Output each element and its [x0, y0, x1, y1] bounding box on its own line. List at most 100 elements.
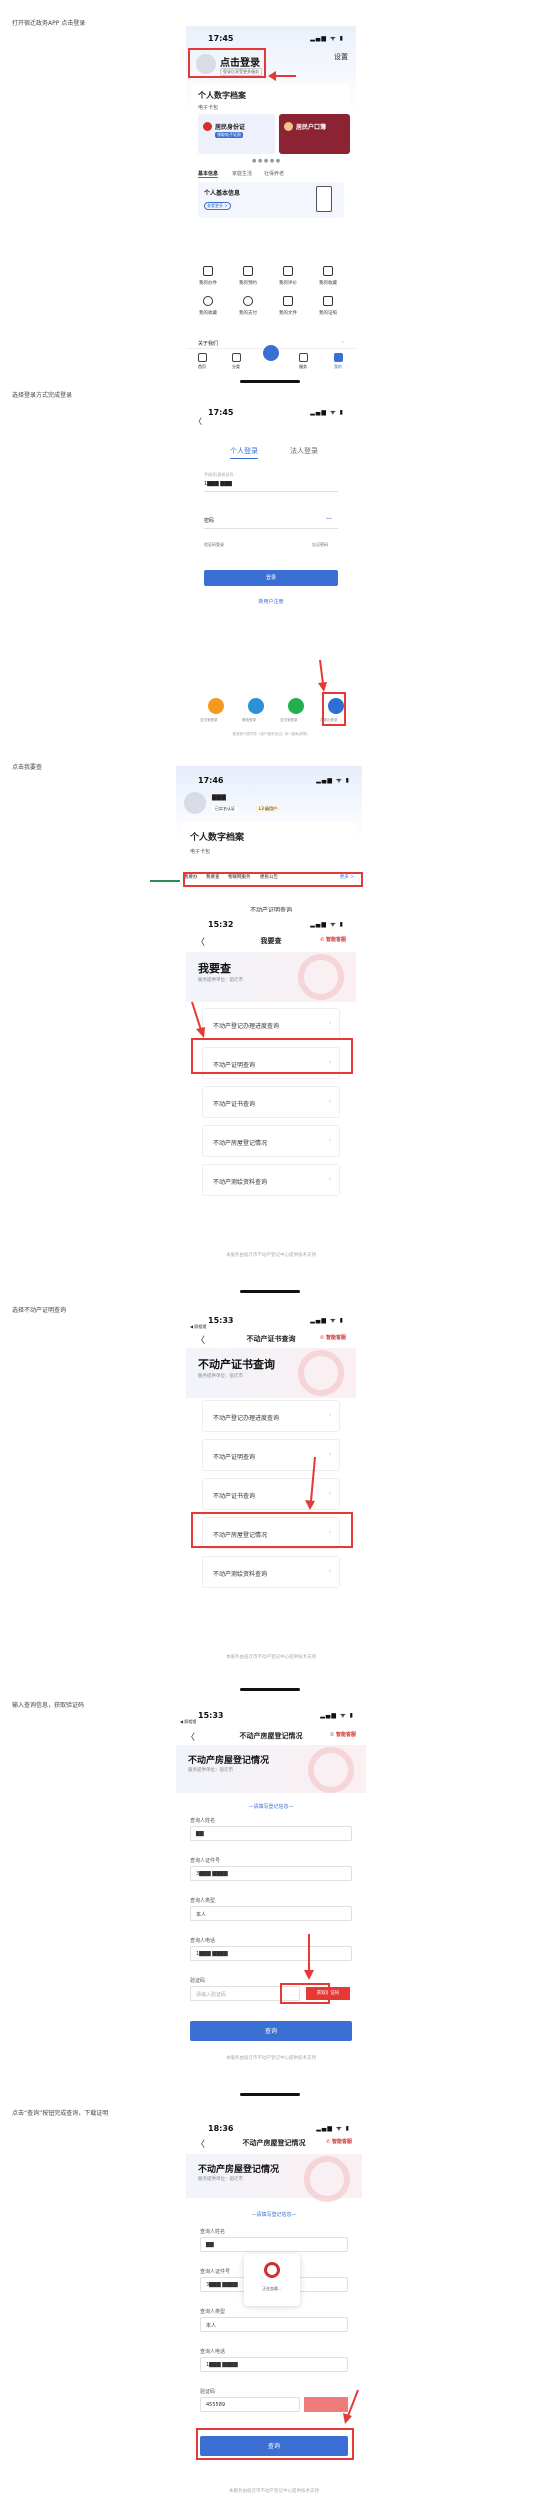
- login-button[interactable]: 登录: [204, 570, 338, 586]
- chevron-right-icon: ›: [328, 1568, 331, 1575]
- grid-item-5[interactable]: 我的收藏: [192, 310, 224, 316]
- grid-item-4[interactable]: 我的收藏: [312, 280, 344, 286]
- phone-input[interactable]: 1▇▇▇ ▇▇▇▇: [200, 2357, 348, 2372]
- basic-info-card[interactable]: 个人基本信息 查看更多 >: [198, 182, 344, 218]
- about-us[interactable]: 关于我们: [198, 340, 218, 347]
- carrier-back[interactable]: ◀ 照相馆: [180, 1719, 196, 1725]
- step-6-caption: 点击“查询”按钮完成查询，下载证明: [12, 2110, 109, 2117]
- household-card[interactable]: 居民户口簿: [279, 114, 350, 154]
- sms-login-link[interactable]: 验证码登录: [204, 542, 224, 548]
- status-icons: ▂▄▆ ᯤ ▮: [310, 409, 344, 416]
- id-input[interactable]: 1▇▇▇ ▇▇▇: [204, 481, 338, 492]
- query-button[interactable]: 查询: [190, 2021, 352, 2041]
- mine-tab-icon[interactable]: [334, 353, 343, 362]
- back-button[interactable]: 〈: [194, 416, 202, 427]
- view-more-button[interactable]: 查看更多 >: [204, 202, 231, 210]
- hero-subtitle: 服务提供单位：宿迁市: [198, 1374, 243, 1379]
- loading-text: 正在加载...: [262, 2286, 282, 2291]
- chevron-right-icon: ›: [328, 1020, 331, 1027]
- list-item-progress[interactable]: 不动产登记办理进度查询 ›: [202, 1008, 340, 1040]
- list-item-survey[interactable]: 不动产测绘资料查询 ›: [202, 1556, 340, 1588]
- grid-item-6[interactable]: 我的支付: [232, 310, 264, 316]
- smart-service-button[interactable]: ✆ 智能客服: [320, 936, 346, 943]
- name-input[interactable]: ▇▇: [200, 2237, 348, 2252]
- row-label: 不动产证书查询: [213, 1493, 256, 1500]
- type-label: 查询人类型: [190, 1898, 216, 1904]
- category-tab-icon[interactable]: [232, 353, 241, 362]
- grid-item-1[interactable]: 我的办件: [192, 280, 224, 286]
- wechat-green-button[interactable]: [288, 698, 304, 714]
- highlight-query-tab: [183, 872, 363, 887]
- phone-input[interactable]: 1▇▇▇ ▇▇▇▇: [190, 1946, 352, 1961]
- type-select[interactable]: 本人: [190, 1906, 352, 1921]
- alipay-login-button[interactable]: [208, 698, 224, 714]
- password-input[interactable]: 密码: [204, 517, 338, 529]
- id-card-title: 居民身份证: [215, 124, 246, 131]
- archive-panel: 个人数字档案 电子卡包 居民身份证 领取电子证照 居民户口簿 ● ● ● ● ●…: [192, 84, 350, 256]
- list-item-survey[interactable]: 不动产测绘资料查询 ›: [202, 1164, 340, 1196]
- hero-banner: 我要查 服务提供单位：宿迁市: [186, 952, 356, 1002]
- scan-tab-icon[interactable]: [263, 345, 279, 361]
- home-tab-label: 首页: [198, 364, 206, 369]
- id-label: 查询人证件号: [200, 2269, 231, 2275]
- status-icons: ▂▄▆ ᯤ ▮: [316, 777, 350, 784]
- tab-legal-login[interactable]: 法人登录: [290, 446, 318, 456]
- tab-basic[interactable]: 基本信息: [198, 170, 219, 178]
- footer-note: 本服务由宿迁市不动产登记中心提供技术支持: [226, 1253, 316, 1258]
- list-item-certificate-proof[interactable]: 不动产证明查询 ›: [202, 1439, 340, 1471]
- status-icons: ▂▄▆ ᯤ ▮: [310, 1317, 344, 1324]
- id-label: 手机号/身份证号: [204, 472, 234, 477]
- grid-item-8[interactable]: 我的证照: [312, 310, 344, 316]
- hero-banner: 不动产房屋登记情况 服务提供单位：宿迁市: [176, 1745, 366, 1793]
- option-label-1: 支付宝登录: [200, 718, 218, 722]
- id-input[interactable]: 3▇▇▇ ▇▇▇▇: [190, 1866, 352, 1881]
- grid-item-3[interactable]: 我的评价: [272, 280, 304, 286]
- forgot-password-link[interactable]: 忘记密码: [312, 542, 328, 548]
- name-input[interactable]: ▇▇: [190, 1826, 352, 1841]
- list-item-certificate[interactable]: 不动产证书查询 ›: [202, 1478, 340, 1510]
- footer-note: 本服务由宿迁市不动产登记中心提供技术支持: [226, 1655, 316, 1660]
- arrow-to-login: [268, 71, 296, 81]
- chevron-right-icon: ›: [328, 1412, 331, 1419]
- option-label-3: 支付宝登录: [280, 718, 298, 722]
- nav-progress: [150, 880, 180, 882]
- register-link[interactable]: 新用户注册: [186, 598, 356, 605]
- smart-service-button[interactable]: ✆ 智能客服: [326, 2138, 352, 2145]
- agreement-text: 登录即代表同意《用户服务协议》和《隐私政策》: [232, 732, 310, 736]
- status-time: 17:45: [208, 408, 234, 417]
- service-tab-icon[interactable]: [299, 353, 308, 362]
- grid-item-2[interactable]: 我的预约: [232, 280, 264, 286]
- status-icons: ▂▄▆ ᯤ ▮: [320, 1712, 354, 1719]
- list-item-certificate[interactable]: 不动产证书查询 ›: [202, 1086, 340, 1118]
- mine-tab-label: 我的: [334, 364, 342, 369]
- smart-service-button[interactable]: ✆ 智能客服: [320, 1334, 346, 1341]
- status-icons: ▂▄▆ ᯤ ▮: [310, 921, 344, 928]
- list-item-progress[interactable]: 不动产登记办理进度查询 ›: [202, 1400, 340, 1432]
- row-label: 不动产房屋登记情况: [213, 1140, 268, 1147]
- arrow-to-house: [305, 1456, 316, 1510]
- hero-title: 不动产房屋登记情况: [198, 2165, 280, 2175]
- home-tab-icon[interactable]: [198, 353, 207, 362]
- emblem-watermark-icon: [298, 1350, 344, 1396]
- tab-social[interactable]: 社保养老: [264, 170, 284, 177]
- tab-family[interactable]: 家庭生活: [232, 170, 252, 177]
- emblem-watermark-icon: [298, 954, 344, 1000]
- highlight-login: [188, 48, 266, 78]
- wechat-login-button[interactable]: [248, 698, 264, 714]
- emblem-watermark-icon: [304, 2156, 350, 2202]
- code-input[interactable]: 455589: [200, 2397, 300, 2412]
- form-section-title: —请填写登记信息—: [251, 2212, 297, 2218]
- list-item-house-registration[interactable]: 不动产房屋登记情况 ›: [202, 1125, 340, 1157]
- settings-button[interactable]: 设置: [334, 52, 348, 62]
- smart-service-button[interactable]: ✆ 智能客服: [330, 1731, 356, 1738]
- emblem-watermark-icon: [308, 1747, 354, 1793]
- eye-toggle-icon[interactable]: ︶: [326, 516, 332, 525]
- option-label-2: 微信登录: [242, 718, 256, 722]
- category-tab-label: 分类: [232, 364, 240, 369]
- grid-item-7[interactable]: 我的文件: [272, 310, 304, 316]
- type-select[interactable]: 本人: [200, 2317, 348, 2332]
- step-4-caption: 选择不动产证明查询: [12, 1307, 67, 1314]
- id-card[interactable]: 居民身份证 领取电子证照: [198, 114, 275, 154]
- tab-personal-login[interactable]: 个人登录: [230, 446, 258, 459]
- footer-note: 本服务由宿迁市不动产登记中心提供技术支持: [226, 2056, 316, 2061]
